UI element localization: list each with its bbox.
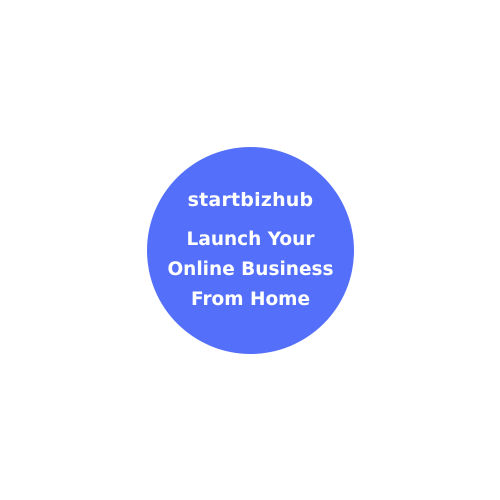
brand-name: startbizhub [187, 189, 314, 211]
tagline-line-2: Online Business [167, 259, 334, 280]
brand-circle-badge: startbizhub Launch Your Online Business … [147, 147, 354, 354]
canvas: startbizhub Launch Your Online Business … [0, 0, 500, 500]
tagline-line-3: From Home [190, 289, 311, 310]
tagline-line-1: Launch Your [186, 229, 315, 250]
tagline: Launch Your Online Business From Home [147, 225, 354, 315]
